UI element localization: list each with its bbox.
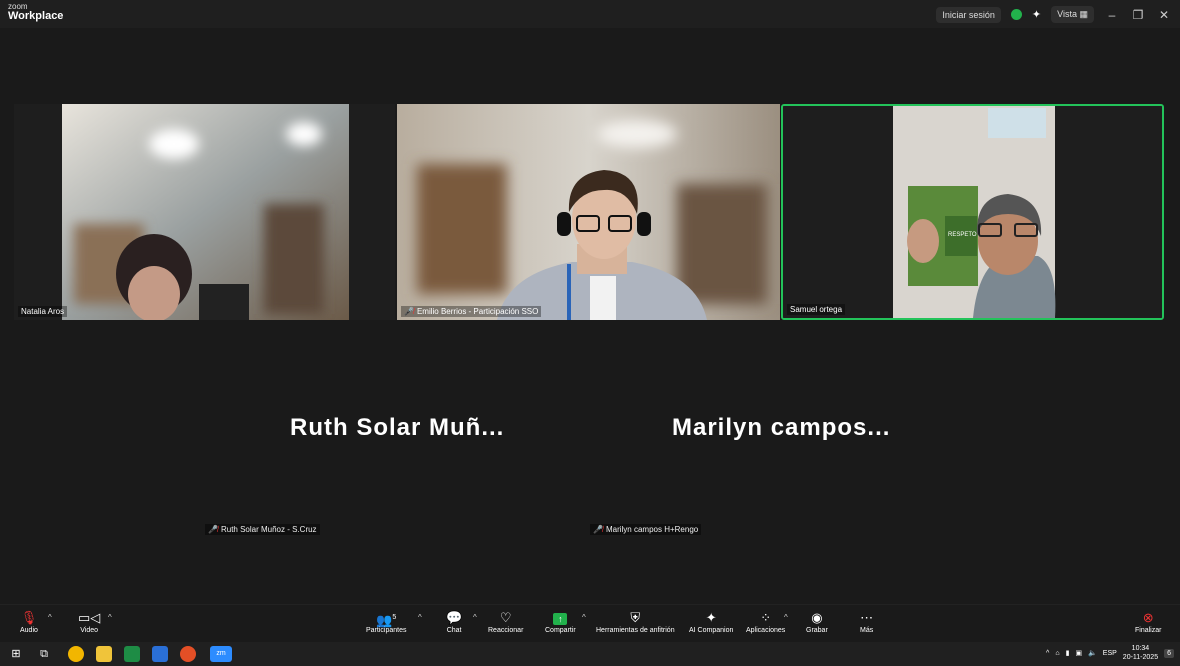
camera-icon: ▭◁ (78, 610, 101, 625)
view-label: Vista (1057, 9, 1077, 19)
end-icon: ⊗ (1142, 610, 1154, 625)
audio-participant-ruth-name: Ruth Solar Muñ... (290, 414, 505, 441)
participants-label: Participantes (366, 627, 407, 634)
sparkle-icon: ✦ (705, 610, 717, 625)
apps-options-caret[interactable]: ^ (784, 613, 788, 622)
chevron-up-icon[interactable]: ^ (1046, 650, 1049, 657)
speaker-icon[interactable]: 🔈 (1088, 649, 1097, 657)
app-icon[interactable] (180, 646, 196, 662)
end-meeting-button[interactable]: ⊗ Finalizar (1135, 609, 1161, 634)
display-icon[interactable]: ▣ (1075, 649, 1082, 657)
sparkle-icon[interactable]: ✦ (1032, 8, 1041, 21)
chat-options-caret[interactable]: ^ (473, 613, 477, 622)
video-label: Video (80, 627, 99, 634)
windows-taskbar: ⊞ ⧉ zm ^ ⌂ ▮ ▣ 🔈 ESP 10:34 20-11-2025 6 (0, 642, 1180, 666)
apps-button[interactable]: ⁘ Aplicaciones (746, 609, 785, 634)
mic-muted-icon: 🎤̸ (593, 525, 603, 534)
excel-icon[interactable] (124, 646, 140, 662)
audio-button[interactable]: 🎙 Audio (20, 609, 38, 634)
date: 20-11-2025 (1122, 654, 1159, 661)
video-feed (14, 104, 395, 320)
ai-companion-label: AI Companion (689, 627, 734, 634)
grid-icon: ▦ (1079, 9, 1088, 19)
system-tray: ^ ⌂ ▮ ▣ 🔈 ESP 10:34 20-11-2025 6 (1046, 644, 1174, 662)
audio-label: Audio (20, 627, 38, 634)
chrome-icon[interactable] (68, 646, 84, 662)
audio-participant-marilyn-label-text: Marilyn campos H+Rengo (605, 525, 699, 534)
language-indicator[interactable]: ESP (1103, 650, 1117, 657)
file-explorer-icon[interactable] (96, 646, 112, 662)
react-button[interactable]: ♡ Reaccionar (488, 609, 523, 634)
chat-icon: 💬 (446, 610, 463, 625)
clock[interactable]: 10:34 20-11-2025 (1123, 644, 1158, 662)
record-icon: ◉ (811, 610, 823, 625)
participant-name-text: Emilio Berrios - Participación SSO (416, 307, 539, 316)
more-icon: ⋯ (860, 610, 874, 625)
more-button[interactable]: ⋯ Más (860, 609, 873, 634)
sign-in-button[interactable]: Iniciar sesión (936, 6, 1001, 23)
apps-label: Aplicaciones (746, 627, 786, 634)
mic-muted-icon: 🎤̸ (404, 307, 414, 316)
host-tools-label: Herramientas de anfitrión (596, 627, 675, 634)
audio-participant-ruth-label-text: Ruth Solar Muñoz - S.Cruz (220, 525, 317, 534)
logo-workplace-text: Workplace (8, 10, 64, 22)
video-tile-samuel-active-speaker[interactable]: RESPETO Samuel ortega (781, 104, 1164, 320)
react-label: Reaccionar (488, 627, 524, 634)
video-tile-emilio[interactable]: 🎤̸ Emilio Berrios - Participación SSO (397, 104, 780, 320)
network-icon[interactable]: ⌂ (1055, 650, 1059, 657)
mic-muted-icon: 🎙 (20, 610, 38, 625)
title-bar: zoom Workplace Iniciar sesión ✦ Vista ▦ … (0, 0, 1180, 28)
share-button[interactable]: ↑ Compartir (545, 609, 576, 634)
minimize-button[interactable]: – (1104, 8, 1120, 22)
notification-icon[interactable]: 6 (1164, 648, 1174, 658)
word-icon[interactable] (152, 646, 168, 662)
participant-name: Samuel ortega (787, 304, 846, 315)
participants-button[interactable]: 👥5 Participantes (366, 609, 406, 634)
meeting-controls: 🎙 Audio ^ ▭◁ Video ^ 👥5 Participantes ^ … (0, 604, 1180, 643)
poster-text: RESPETO (948, 232, 977, 238)
zoom-workplace-logo: zoom Workplace (8, 3, 63, 22)
record-label: Grabar (806, 627, 828, 634)
audio-participant-marilyn-label: 🎤̸ Marilyn campos H+Rengo (590, 524, 702, 535)
time: 10:34 (1131, 645, 1150, 652)
video-feed: RESPETO (783, 106, 1162, 318)
zoom-app-icon[interactable]: zm (210, 646, 232, 662)
participant-name: Natalia Aros (18, 306, 68, 317)
view-button[interactable]: Vista ▦ (1051, 6, 1094, 23)
ai-companion-button[interactable]: ✦ AI Companion (689, 609, 733, 634)
record-button[interactable]: ◉ Grabar (806, 609, 828, 634)
end-label: Finalizar (1135, 627, 1162, 634)
share-options-caret[interactable]: ^ (582, 613, 586, 622)
maximize-button[interactable]: ❐ (1130, 8, 1146, 22)
close-button[interactable]: ✕ (1156, 8, 1172, 22)
share-screen-icon: ↑ (545, 609, 576, 627)
task-view-icon[interactable]: ⧉ (36, 646, 52, 662)
audio-participant-ruth-label: 🎤̸ Ruth Solar Muñoz - S.Cruz (205, 524, 320, 535)
audio-options-caret[interactable]: ^ (48, 613, 52, 622)
shield-icon: ⛨ (630, 610, 641, 625)
start-menu-icon[interactable]: ⊞ (8, 646, 24, 662)
shield-check-icon[interactable] (1010, 9, 1022, 20)
participant-name: 🎤̸ Emilio Berrios - Participación SSO (401, 306, 542, 317)
meeting-stage: Natalia Aros 🎤̸ Emilio Berrios - Partici… (0, 28, 1180, 604)
participants-count: 5 (392, 614, 397, 621)
share-label: Compartir (545, 627, 576, 634)
more-label: Más (860, 627, 874, 634)
battery-icon[interactable]: ▮ (1066, 649, 1070, 657)
heart-icon: ♡ (499, 610, 512, 625)
host-tools-button[interactable]: ⛨ Herramientas de anfitrión (596, 609, 675, 634)
participants-options-caret[interactable]: ^ (418, 613, 422, 622)
notification-count: 6 (1167, 649, 1171, 657)
mic-muted-icon: 🎤̸ (208, 525, 218, 534)
chat-button[interactable]: 💬 Chat (446, 609, 462, 634)
participants-icon: 👥5 (376, 612, 397, 628)
video-feed (397, 104, 780, 320)
video-options-caret[interactable]: ^ (108, 613, 112, 622)
chat-label: Chat (446, 627, 462, 634)
audio-participant-marilyn-name: Marilyn campos... (672, 414, 891, 441)
video-button[interactable]: ▭◁ Video (78, 609, 100, 634)
apps-icon: ⁘ (760, 610, 772, 625)
video-tile-natalia[interactable]: Natalia Aros (14, 104, 395, 320)
